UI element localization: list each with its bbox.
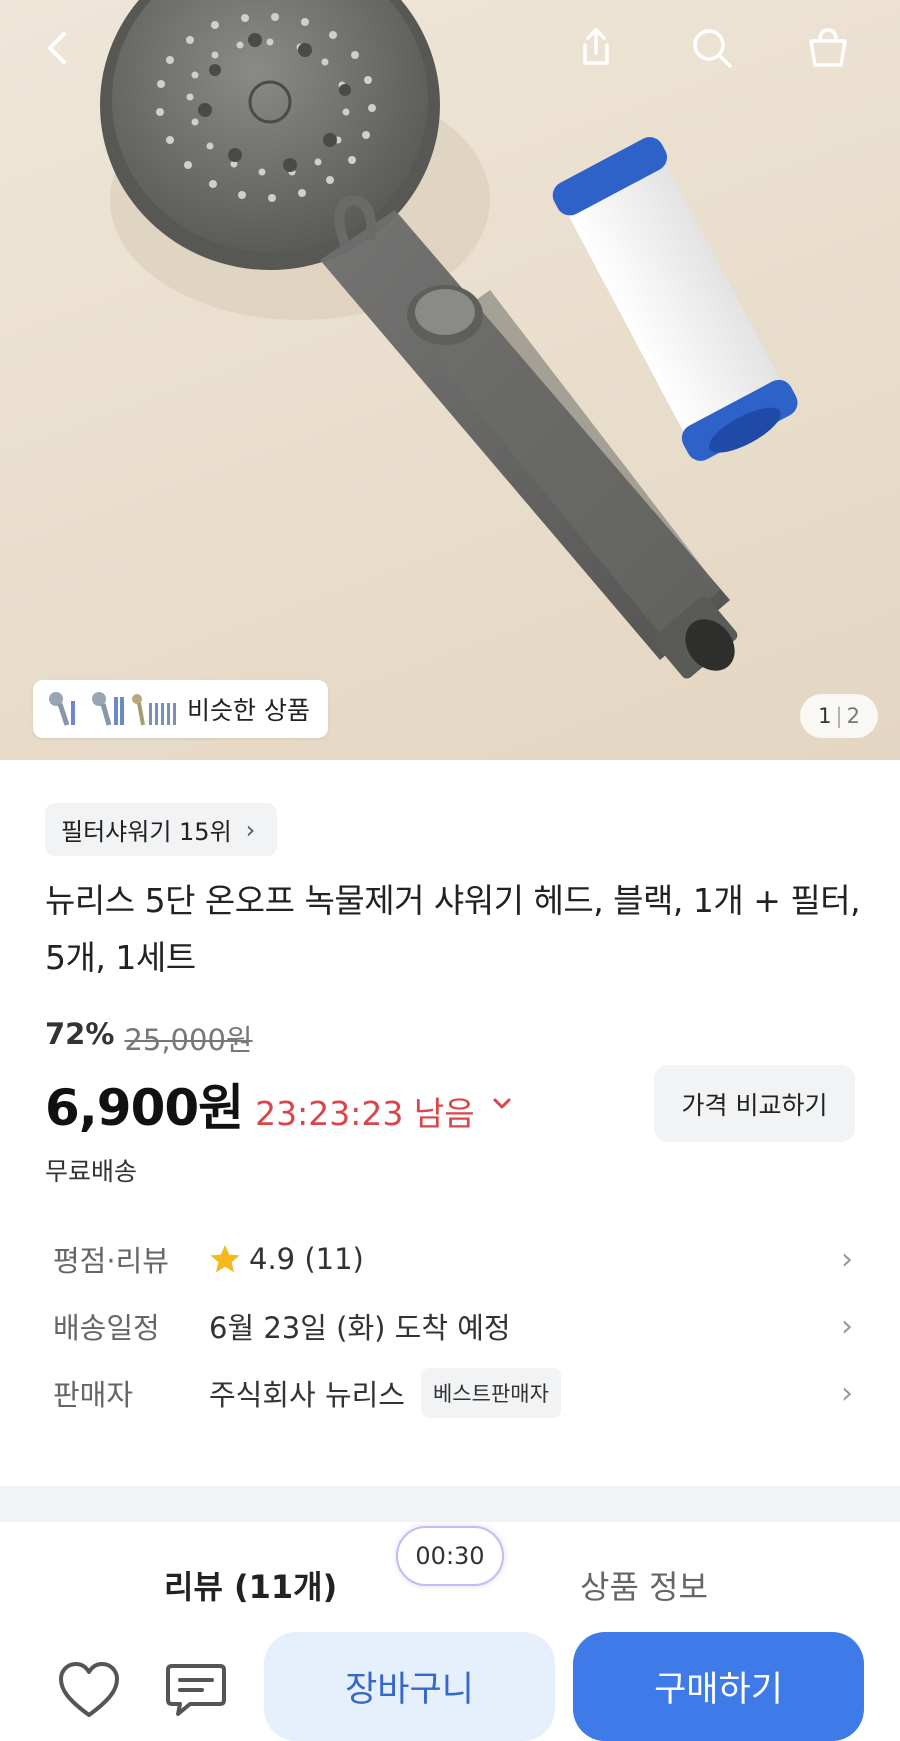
product-photo xyxy=(100,0,798,679)
original-price: 25,000원 xyxy=(124,1023,253,1057)
buy-now-button[interactable]: 구매하기 xyxy=(573,1632,864,1741)
page-total: 2 xyxy=(846,704,860,728)
sale-countdown: 23:23:23 남음 xyxy=(255,1094,475,1133)
category-rank-chip[interactable]: 필터샤워기 15위 › xyxy=(45,803,278,856)
image-page-indicator: 1 | 2 xyxy=(800,694,878,738)
discount-row: 72% 25,000원 xyxy=(45,1017,253,1059)
wishlist-button[interactable] xyxy=(53,1654,125,1726)
purchase-bar: 장바구니 구매하기 xyxy=(0,1630,900,1741)
similar-products-chip[interactable]: 비슷한 상품 xyxy=(33,680,328,738)
back-button[interactable] xyxy=(28,18,88,78)
heart-icon xyxy=(59,1662,119,1717)
rating-review-row[interactable]: 평점·리뷰 4.9 (11) › xyxy=(53,1234,853,1284)
seller-key: 판매자 xyxy=(53,1378,134,1412)
delivery-value: 6월 23일 (화) 도착 예정 xyxy=(209,1311,511,1345)
chat-icon xyxy=(166,1664,226,1716)
chevron-down-icon[interactable] xyxy=(491,1093,513,1115)
seller-row[interactable]: 판매자 주식회사 뉴리스 베스트판매자 › xyxy=(53,1368,853,1418)
chevron-right-icon: › xyxy=(841,1308,853,1344)
similar-products-label: 비슷한 상품 xyxy=(187,696,310,725)
shopping-bag-icon xyxy=(809,28,847,67)
discount-percent: 72% xyxy=(45,1017,115,1051)
tab-product-info[interactable]: 상품 정보 xyxy=(580,1562,708,1608)
shower-head-thumbnail-icon xyxy=(49,692,75,726)
rating-value: 4.9 (11) xyxy=(249,1242,364,1276)
rank-label: 필터샤워기 15위 xyxy=(61,818,232,846)
share-icon xyxy=(583,28,609,65)
delivery-schedule-row[interactable]: 배송일정 6월 23일 (화) 도착 예정 › xyxy=(53,1301,853,1351)
product-title: 뉴리스 5단 온오프 녹물제거 샤워기 헤드, 블랙, 1개 + 필터, 5개,… xyxy=(45,881,861,977)
sale-price: 6,900원 xyxy=(45,1079,244,1137)
tab-review[interactable]: 리뷰 (11개) xyxy=(164,1562,337,1608)
shipping-info: 무료배송 xyxy=(45,1157,138,1186)
rating-key: 평점·리뷰 xyxy=(53,1244,169,1278)
search-icon xyxy=(693,29,732,68)
search-button[interactable] xyxy=(682,18,742,78)
page-current: 1 xyxy=(818,704,832,728)
section-divider xyxy=(0,1486,900,1522)
price-row: 6,900원 23:23:23 남음 xyxy=(45,1068,513,1140)
product-image-gallery[interactable]: 비슷한 상품 1 | 2 xyxy=(0,0,900,760)
page-separator: | xyxy=(835,704,843,728)
timer-badge: 00:30 xyxy=(396,1526,504,1586)
filter-set-thumbnail-icon xyxy=(132,694,176,726)
star-icon xyxy=(210,1245,240,1273)
chevron-right-icon: › xyxy=(841,1241,853,1277)
best-seller-badge: 베스트판매자 xyxy=(420,1368,561,1418)
cart-icon-button[interactable] xyxy=(798,18,858,78)
chevron-left-icon xyxy=(48,32,66,64)
delivery-key: 배송일정 xyxy=(53,1311,160,1345)
share-button[interactable] xyxy=(566,18,626,78)
inquiry-button[interactable] xyxy=(160,1654,232,1726)
shower-head-thumbnail-icon xyxy=(92,692,124,726)
chevron-right-icon: › xyxy=(841,1375,853,1411)
chevron-right-icon: › xyxy=(245,815,256,844)
add-to-cart-button[interactable]: 장바구니 xyxy=(264,1632,555,1741)
similar-thumbnails xyxy=(43,689,179,729)
compare-price-button[interactable]: 가격 비교하기 xyxy=(654,1065,855,1142)
seller-name: 주식회사 뉴리스 xyxy=(209,1378,405,1412)
